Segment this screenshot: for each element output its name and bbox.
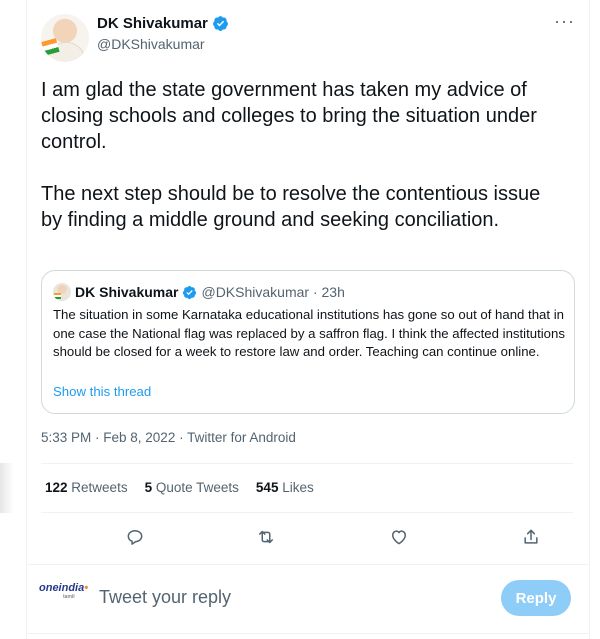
action-bar — [41, 522, 573, 552]
verified-badge-icon — [212, 16, 228, 31]
author-name-row[interactable]: DK Shivakumar — [97, 15, 229, 32]
retweets-count: 122 — [45, 480, 68, 495]
divider — [27, 633, 589, 634]
reply-button[interactable] — [122, 524, 148, 550]
tweet-text: I am glad the state government has taken… — [41, 77, 561, 233]
avatar-logo-text: oneindia — [39, 582, 85, 594]
divider — [27, 564, 589, 565]
like-icon — [392, 530, 406, 545]
tweet-stats: 122 Retweets 5 Quote Tweets 545 Likes — [45, 480, 314, 495]
verified-badge-icon — [183, 285, 197, 299]
author-name[interactable]: DK Shivakumar — [97, 15, 208, 32]
like-button[interactable] — [386, 524, 412, 550]
retweet-button[interactable] — [253, 524, 279, 550]
reply-user-avatar: oneindia• tamil — [39, 582, 89, 604]
quote-tweets-count: 5 — [144, 480, 153, 495]
left-shadow — [0, 463, 14, 513]
reply-icon — [127, 530, 143, 545]
share-icon — [524, 529, 538, 544]
divider — [41, 463, 573, 464]
likes-count: 545 — [255, 480, 279, 495]
quote-tweets-label: Quote Tweets — [155, 480, 239, 495]
likes-stat[interactable]: 545 Likes — [256, 480, 314, 495]
tweet-paragraph: I am glad the state government has taken… — [41, 79, 537, 153]
divider — [41, 512, 573, 513]
quoted-tweet-text: The situation in some Karnataka educatio… — [53, 307, 565, 359]
likes-label: Likes — [282, 480, 314, 495]
left-background — [0, 0, 26, 639]
tweet-timestamp[interactable]: 5:33 PM · Feb 8, 2022 · Twitter for Andr… — [41, 430, 296, 445]
retweet-icon — [259, 530, 273, 544]
tweet-paragraph: The next step should be to resolve the c… — [41, 183, 541, 231]
reply-input[interactable]: Tweet your reply — [99, 587, 231, 608]
tweet-card: DK Shivakumar @DKShivakumar ··· I am gla… — [26, 0, 590, 639]
author-avatar[interactable] — [41, 14, 89, 62]
quoted-author-name: DK Shivakumar — [75, 284, 179, 300]
retweets-label: Retweets — [71, 480, 128, 495]
author-handle[interactable]: @DKShivakumar — [97, 36, 205, 52]
quoted-tweet[interactable]: DK Shivakumar @DKShivakumar · 23h The si… — [41, 270, 575, 414]
retweets-stat[interactable]: 122 Retweets — [45, 480, 128, 495]
avatar-logo-subtext: tamil — [63, 594, 75, 600]
quoted-tweet-header: DK Shivakumar @DKShivakumar · 23h — [53, 283, 345, 301]
quoted-author-avatar — [53, 283, 71, 301]
more-options-icon[interactable]: ··· — [554, 12, 575, 30]
show-thread-link[interactable]: Show this thread — [53, 384, 151, 399]
avatar-logo-dot-icon: • — [84, 582, 89, 594]
quote-tweets-stat[interactable]: 5 Quote Tweets — [145, 480, 239, 495]
reply-submit-button[interactable]: Reply — [501, 580, 571, 616]
share-button[interactable] — [518, 524, 544, 550]
quoted-author-meta: @DKShivakumar · 23h — [201, 284, 345, 300]
